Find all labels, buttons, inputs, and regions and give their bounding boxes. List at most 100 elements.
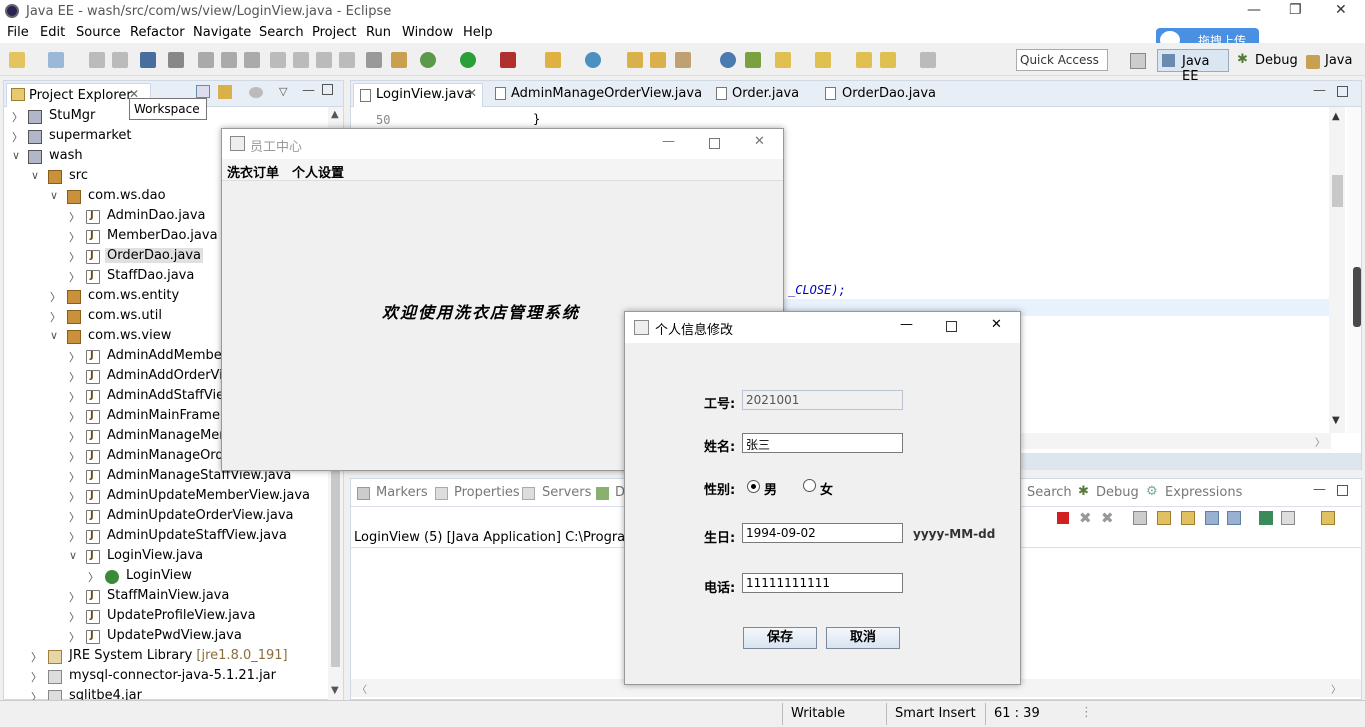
remove-launch-icon[interactable]: ✖ — [1079, 509, 1092, 527]
tab-orderdao[interactable]: OrderDao.java — [823, 81, 943, 107]
open-type-icon[interactable] — [627, 52, 643, 68]
tab-servers[interactable]: Servers — [542, 485, 591, 500]
menu-run[interactable]: Run — [366, 25, 391, 40]
tab-markers[interactable]: Markers — [376, 485, 428, 500]
open-perspective-icon[interactable] — [1130, 53, 1146, 69]
globe-icon[interactable] — [720, 52, 736, 68]
name-field[interactable]: 张三 — [742, 433, 903, 453]
menu-navigate[interactable]: Navigate — [193, 25, 251, 40]
close-icon[interactable]: ✕ — [1335, 2, 1347, 18]
maximize-view-icon[interactable] — [322, 84, 333, 95]
minimize-icon[interactable]: — — [900, 317, 913, 332]
new-class-icon[interactable] — [585, 52, 601, 68]
run-icon[interactable] — [460, 52, 476, 68]
pin-console-icon[interactable] — [1205, 511, 1219, 525]
minimize-view-icon[interactable]: — — [302, 83, 315, 98]
suspend-icon[interactable] — [221, 52, 237, 68]
annotation-icon[interactable] — [745, 52, 761, 68]
menu-project[interactable]: Project — [312, 25, 356, 40]
perspective-debug[interactable]: Debug — [1255, 53, 1298, 68]
restore-icon[interactable]: ❐ — [1289, 2, 1302, 18]
new-server-icon[interactable] — [545, 52, 561, 68]
menu-edit[interactable]: Edit — [40, 25, 65, 40]
minimize-view-icon[interactable]: — — [1313, 482, 1326, 497]
perspective-java-ee[interactable]: Java EE — [1157, 49, 1229, 84]
link-editor-icon[interactable] — [218, 85, 232, 99]
tab-properties[interactable]: Properties — [454, 485, 520, 500]
step-over-icon[interactable] — [293, 52, 309, 68]
gender-female-radio[interactable] — [803, 479, 816, 492]
id-label: 工号: — [704, 397, 736, 412]
tab-search[interactable]: Search — [1027, 485, 1072, 500]
terminate-icon[interactable] — [1057, 512, 1069, 524]
phone-field[interactable]: 11111111111 — [742, 573, 903, 593]
last-edit-icon[interactable] — [856, 52, 872, 68]
new-console-icon[interactable] — [1321, 511, 1335, 525]
close-icon[interactable]: ✕ — [991, 317, 1002, 332]
quick-access-input[interactable]: Quick Access — [1016, 49, 1108, 71]
tab-order[interactable]: Order.java — [714, 81, 809, 107]
prev-annotation-icon[interactable] — [815, 52, 831, 68]
console-icon[interactable] — [140, 52, 156, 68]
minimize-icon[interactable]: — — [662, 134, 675, 149]
tab-loginview[interactable]: LoginView.java ✕ — [353, 83, 483, 107]
use-step-filter-icon[interactable] — [391, 52, 407, 68]
perspective-java[interactable]: Java — [1325, 53, 1352, 68]
project-icon — [28, 110, 42, 124]
terminate-icon[interactable] — [244, 52, 260, 68]
remove-all-icon[interactable]: ✖ — [1101, 509, 1114, 527]
minimize-view-icon[interactable]: — — [1313, 83, 1326, 98]
menu-search[interactable]: Search — [259, 25, 304, 40]
menu-source[interactable]: Source — [76, 25, 121, 40]
menu-laundry-orders[interactable]: 洗衣订单 — [227, 162, 279, 181]
close-icon[interactable]: ✕ — [754, 134, 765, 149]
maximize-view-icon[interactable] — [1337, 485, 1348, 496]
view-menu-icon[interactable]: ▽ — [279, 85, 287, 98]
search-tool-icon[interactable] — [675, 52, 691, 68]
display-console-icon[interactable] — [1259, 511, 1273, 525]
format-icon[interactable] — [366, 52, 382, 68]
editor-vscrollbar[interactable]: ▲ ▼ — [1329, 107, 1345, 433]
drop-frame-icon[interactable] — [339, 52, 355, 68]
jar-icon — [48, 690, 62, 700]
back-icon[interactable] — [880, 52, 896, 68]
open-console-icon[interactable] — [1281, 511, 1295, 525]
menu-file[interactable]: File — [7, 25, 29, 40]
save-icon[interactable] — [89, 52, 105, 68]
menu-refactor[interactable]: Refactor — [130, 25, 185, 40]
skip-breakpoints-icon[interactable] — [168, 52, 184, 68]
minimize-icon[interactable]: — — [1247, 2, 1261, 18]
show-console-icon[interactable] — [1227, 511, 1241, 525]
tab-adminmanageorderview[interactable]: AdminManageOrderView.java — [491, 81, 702, 107]
maximize-view-icon[interactable] — [1337, 86, 1348, 97]
forward-icon[interactable] — [920, 52, 936, 68]
save-all-icon[interactable] — [112, 52, 128, 68]
new-icon[interactable] — [9, 52, 25, 68]
close-tab-icon[interactable]: ✕ — [467, 86, 477, 100]
tab-expressions[interactable]: Expressions — [1165, 485, 1242, 500]
debug-icon[interactable] — [420, 52, 436, 68]
resume-icon[interactable] — [198, 52, 214, 68]
new-dropdown-icon[interactable] — [48, 52, 64, 68]
coverage-icon[interactable] — [500, 52, 516, 68]
maximize-icon[interactable] — [946, 321, 957, 332]
word-wrap-icon[interactable] — [1181, 511, 1195, 525]
cancel-button[interactable]: 取消 — [826, 627, 900, 649]
open-folder-icon[interactable] — [650, 52, 666, 68]
next-annotation-icon[interactable] — [775, 52, 791, 68]
scroll-lock-icon[interactable] — [1157, 511, 1171, 525]
collapse-all-icon[interactable] — [196, 85, 210, 98]
scroll-thumb[interactable] — [1332, 175, 1343, 207]
clear-console-icon[interactable] — [1133, 511, 1147, 525]
filter-icon[interactable] — [249, 87, 263, 98]
menu-personal-settings[interactable]: 个人设置 — [292, 162, 344, 181]
menu-window[interactable]: Window — [402, 25, 453, 40]
gender-male-radio[interactable] — [747, 480, 760, 493]
step-icon[interactable] — [270, 52, 286, 68]
save-button[interactable]: 保存 — [743, 627, 817, 649]
birthday-field[interactable]: 1994-09-02 — [742, 523, 903, 543]
menu-help[interactable]: Help — [463, 25, 493, 40]
tab-debug[interactable]: Debug — [1096, 485, 1139, 500]
maximize-icon[interactable] — [709, 138, 720, 149]
step-return-icon[interactable] — [316, 52, 332, 68]
